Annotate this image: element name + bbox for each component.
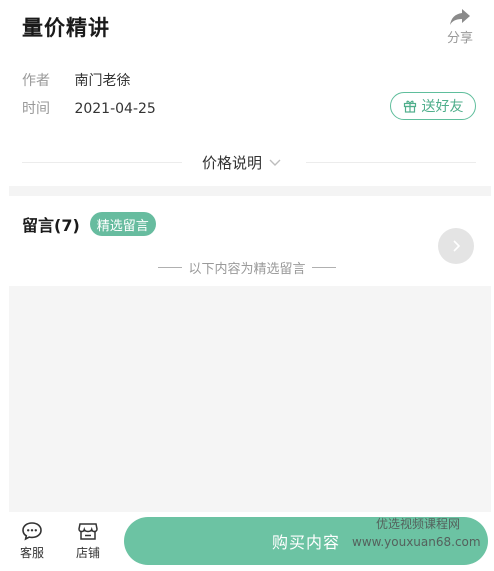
author-key: 作者 [22,73,50,89]
customer-service-label: 客服 [19,546,44,560]
header: 量价精讲 分享 [0,0,494,56]
store-icon [78,523,98,540]
chevron-down-icon [269,159,281,166]
gift-friend-button[interactable]: 送好友 [390,92,476,120]
author-row: 作者 南门老徐 [22,70,130,90]
gift-icon [403,100,416,113]
time-row: 时间 2021-04-25 [22,98,156,118]
customer-service-tab[interactable]: 客服 [12,521,52,561]
store-tab[interactable]: 店铺 [68,521,108,561]
share-label: 分享 [446,31,473,46]
dash-right [311,267,336,268]
divider-line [306,162,476,163]
share-arrow-icon [450,9,470,25]
chat-bubble-icon [22,522,42,541]
site-watermark: 优选视频课程网 www.youxuan68.com [352,515,492,549]
time-key: 时间 [22,101,50,117]
divider-line [22,162,182,163]
watermark-text: 优选视频课程网 [376,517,461,531]
price-explanation-row[interactable]: 价格说明 [22,150,476,176]
chevron-right-icon [453,240,461,252]
selected-comments-note-text: 以下内容为精选留言 [188,262,306,277]
store-label: 店铺 [75,546,100,560]
comments-header: 留言(7) 精选留言 [22,212,156,236]
price-explanation[interactable]: 价格说明 [202,152,282,173]
author-value: 南门老徐 [74,73,131,89]
selected-comments-note: 以下内容为精选留言 [0,258,494,277]
comments-title: 留言(7) [22,216,80,235]
dash-left [158,267,183,268]
price-explanation-label: 价格说明 [202,154,263,172]
watermark-url: www.youxuan68.com [352,535,481,549]
time-value: 2021-04-25 [74,101,156,117]
comments-content-area [9,286,491,512]
share-button[interactable]: 分享 [444,8,476,46]
gift-label: 送好友 [421,99,464,115]
page-title: 量价精讲 [22,16,110,40]
selected-comments-badge: 精选留言 [89,212,156,236]
section-separator [9,186,491,196]
